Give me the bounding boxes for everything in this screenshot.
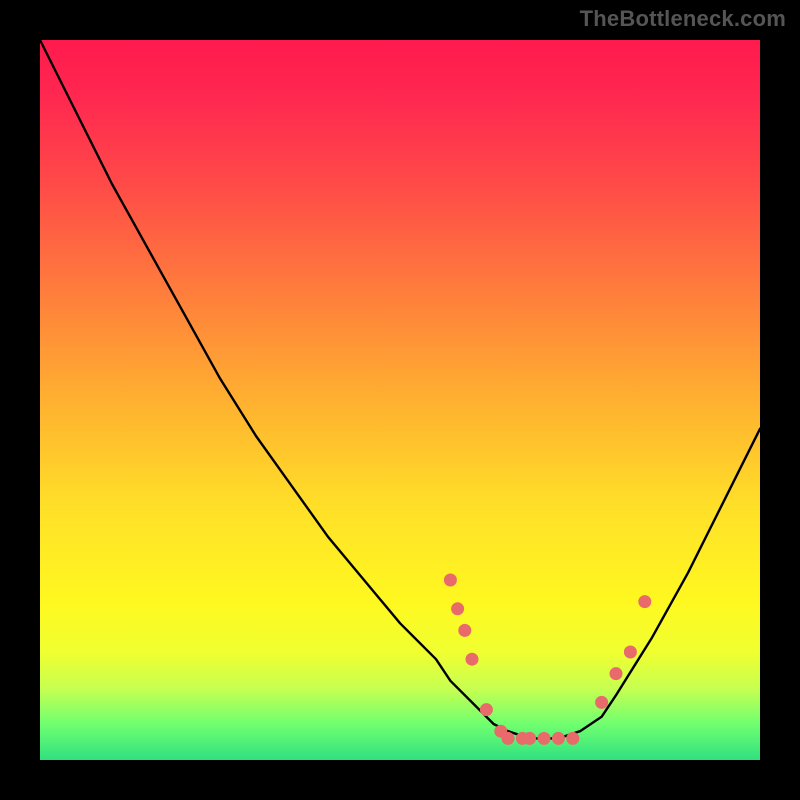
highlight-point [538,732,551,745]
highlight-point [595,696,608,709]
highlight-point [451,602,464,615]
highlight-point [466,653,479,666]
highlight-point [638,595,651,608]
highlight-point [523,732,536,745]
highlight-markers [444,574,651,745]
bottleneck-curve-path [40,40,760,738]
chart-container: TheBottleneck.com [0,0,800,800]
highlight-point [552,732,565,745]
highlight-point [624,646,637,659]
highlight-point [444,574,457,587]
highlight-point [458,624,471,637]
curve-svg [40,40,760,760]
highlight-point [502,732,515,745]
plot-area [40,40,760,760]
watermark-text: TheBottleneck.com [580,6,786,32]
highlight-point [566,732,579,745]
highlight-point [610,667,623,680]
highlight-point [480,703,493,716]
